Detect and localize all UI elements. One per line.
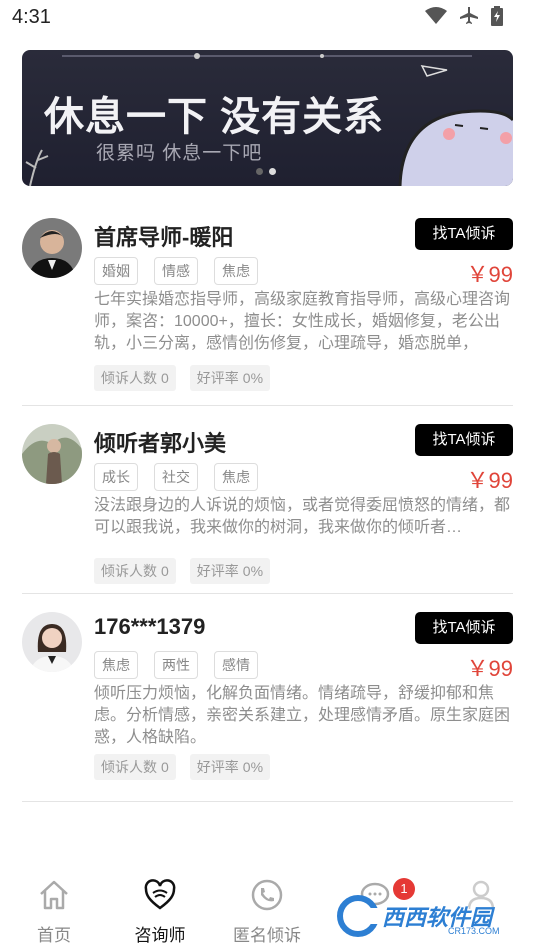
tag: 感情 <box>214 651 258 679</box>
rating-stat: 好评率 0% <box>189 365 271 391</box>
consult-count-stat: 倾诉人数 0 <box>94 365 176 391</box>
tab-label: 咨询师 <box>134 926 186 945</box>
watermark-url: CR173.COM <box>448 926 500 936</box>
rating-stat: 好评率 0% <box>189 558 271 584</box>
tag: 焦虑 <box>214 257 258 285</box>
banner-title: 休息一下 没有关系 <box>44 95 385 139</box>
counselor-description: 七年实操婚恋指导师，高级家庭教育指导师，高级心理咨询师，案咨：10000+，擅长… <box>94 291 511 352</box>
counselor-icon <box>144 879 176 910</box>
counselor-name: 倾听者郭小美 <box>94 431 227 456</box>
banner-subtitle: 很累吗 休息一下吧 <box>96 143 263 164</box>
counselor-card[interactable]: 倾听者郭小美 找TA倾诉 ￥99 成长 社交 焦虑 没法跟身边的人诉说的烦恼，或… <box>22 406 513 594</box>
tag: 成长 <box>94 463 138 491</box>
consult-count-stat: 倾诉人数 0 <box>94 754 176 780</box>
tab-label: 匿名倾诉 <box>233 926 301 945</box>
counselor-tags: 焦虑 两性 感情 <box>94 651 258 679</box>
avatar[interactable] <box>22 424 82 484</box>
counselor-price: ￥99 <box>466 468 513 493</box>
tab-home[interactable]: 首页 <box>9 878 99 946</box>
counselor-list: 首席导师-暖阳 找TA倾诉 ￥99 婚姻 情感 焦虑 七年实操婚恋指导师，高级家… <box>22 200 513 802</box>
battery-icon <box>491 6 503 26</box>
pagination-dot-active <box>269 168 276 175</box>
counselor-stats: 倾诉人数 0 好评率 0% <box>94 558 271 584</box>
rating-stat: 好评率 0% <box>189 754 271 780</box>
avatar[interactable] <box>22 218 82 278</box>
avatar[interactable] <box>22 612 82 672</box>
counselor-tags: 婚姻 情感 焦虑 <box>94 257 258 285</box>
status-bar: 4:31 <box>0 0 535 36</box>
site-watermark: 西西软件园 CR173.COM <box>336 894 516 938</box>
counselor-stats: 倾诉人数 0 好评率 0% <box>94 365 271 391</box>
counselor-description: 倾听压力烦恼，化解负面情绪。情绪疏导，舒缓抑郁和焦虑。分析情感，亲密关系建立，处… <box>94 685 511 746</box>
tag: 两性 <box>154 651 198 679</box>
tag: 焦虑 <box>214 463 258 491</box>
pagination-dot <box>256 168 263 175</box>
tab-anonymous-talk[interactable]: 匿名倾诉 <box>222 878 312 946</box>
tag: 焦虑 <box>94 651 138 679</box>
consult-count-stat: 倾诉人数 0 <box>94 558 176 584</box>
talk-to-counselor-button[interactable]: 找TA倾诉 <box>415 612 513 644</box>
status-time: 4:31 <box>12 6 51 28</box>
counselor-tags: 成长 社交 焦虑 <box>94 463 258 491</box>
counselor-stats: 倾诉人数 0 好评率 0% <box>94 754 271 780</box>
airplane-icon <box>460 7 478 24</box>
tag: 婚姻 <box>94 257 138 285</box>
phone-icon <box>251 879 283 911</box>
wifi-icon <box>425 7 447 24</box>
counselor-name: 176***1379 <box>94 614 206 639</box>
tab-counselor[interactable]: 咨询师 <box>115 878 205 946</box>
home-icon <box>40 880 68 910</box>
status-icons <box>425 6 503 26</box>
counselor-card[interactable]: 首席导师-暖阳 找TA倾诉 ￥99 婚姻 情感 焦虑 七年实操婚恋指导师，高级家… <box>22 200 513 406</box>
tab-label: 首页 <box>37 926 71 945</box>
banner-pagination <box>256 168 276 175</box>
talk-to-counselor-button[interactable]: 找TA倾诉 <box>415 424 513 456</box>
talk-to-counselor-button[interactable]: 找TA倾诉 <box>415 218 513 250</box>
counselor-price: ￥99 <box>466 656 513 681</box>
counselor-price: ￥99 <box>466 262 513 287</box>
tag: 情感 <box>154 257 198 285</box>
counselor-description: 没法跟身边的人诉说的烦恼，或者觉得委屈愤怒的情绪，都可以跟我说，我来做你的树洞，… <box>94 497 511 536</box>
counselor-name: 首席导师-暖阳 <box>94 225 234 250</box>
tag: 社交 <box>154 463 198 491</box>
promo-banner[interactable]: 休息一下 没有关系 很累吗 休息一下吧 <box>22 50 513 186</box>
counselor-card[interactable]: 176***1379 找TA倾诉 ￥99 焦虑 两性 感情 倾听压力烦恼，化解负… <box>22 594 513 802</box>
